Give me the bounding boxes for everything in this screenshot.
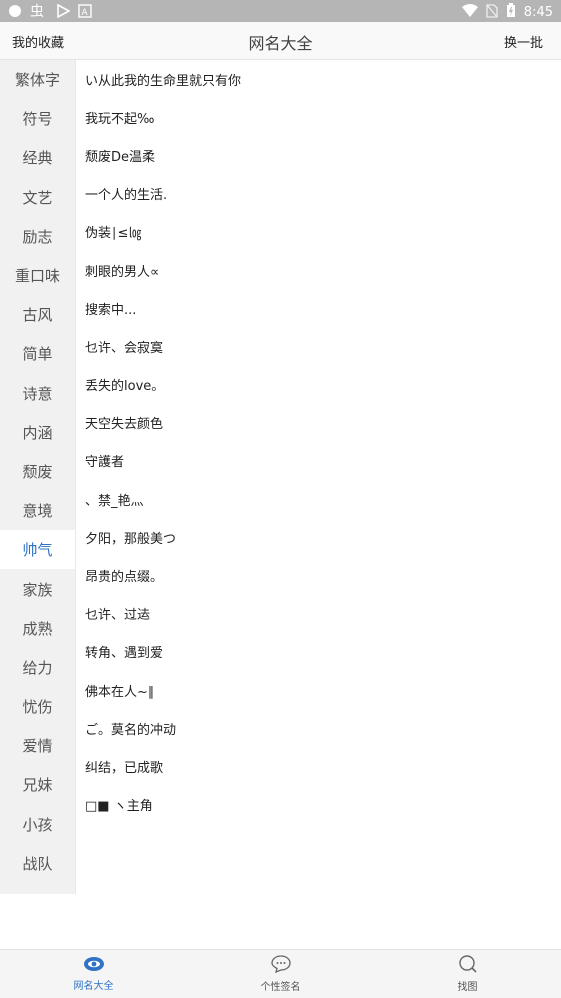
sidebar-category[interactable]: 爱情	[0, 726, 75, 765]
sidebar-category[interactable]: 文艺	[0, 178, 75, 217]
refresh-batch-button[interactable]: 换一批	[504, 32, 543, 51]
name-list-item[interactable]: 、禁_艳灬	[76, 480, 561, 518]
name-list-item[interactable]: 天空失去颜色	[76, 404, 561, 442]
battery-charging-icon	[506, 3, 516, 22]
name-list-item[interactable]: 昂贵的点缀。	[76, 556, 561, 594]
sidebar-category[interactable]: 意境	[0, 491, 75, 530]
sidebar-category[interactable]: 给力	[0, 648, 75, 687]
sidebar-category[interactable]: 繁体字	[0, 60, 75, 99]
name-list-item[interactable]: 佛本在人~∥	[76, 671, 561, 709]
tab-label: 网名大全	[73, 981, 114, 992]
name-list: い从此我的生命里就只有你 我玩不起‰ 颓废De温柔 一个人的生活. 伪装∣≤㏒ 刺眼的男人…	[75, 60, 561, 894]
sidebar-category[interactable]: 符号	[0, 99, 75, 138]
sidebar-category[interactable]: 小孩	[0, 805, 75, 844]
name-list-item[interactable]: □■ ヽ主角	[76, 786, 561, 824]
tab-signature[interactable]: 个性签名	[187, 950, 374, 998]
status-time: 8:45	[523, 5, 553, 20]
sidebar-category[interactable]: 家族	[0, 569, 75, 608]
svg-text:A: A	[82, 8, 89, 18]
sidebar-category[interactable]: 简单	[0, 334, 75, 373]
name-list-item[interactable]: 丢失的love。	[76, 366, 561, 404]
name-list-item[interactable]: 乜许、会寂寞	[76, 327, 561, 365]
tab-label: 找图	[457, 982, 478, 993]
sidebar-category[interactable]: 古风	[0, 295, 75, 334]
page-title: 网名大全	[248, 34, 313, 53]
name-list-item[interactable]: 转角、遇到爱	[76, 633, 561, 671]
sidebar-category[interactable]: 经典	[0, 138, 75, 177]
name-list-item[interactable]: 我玩不起‰	[76, 98, 561, 136]
tab-label: 个性签名	[260, 982, 301, 993]
category-sidebar: 繁体字 符号 经典 文艺 励志 重口味 古风 简单 诗意 内涵 颓废 意境 帅气 家族 成熟 给力 忧伤 爱情 兄妹…	[0, 60, 75, 894]
eye-icon	[83, 956, 105, 977]
no-sim-icon	[486, 3, 498, 22]
sidebar-category[interactable]: 励志	[0, 217, 75, 256]
name-list-item[interactable]: 搜索中...	[76, 289, 561, 327]
sidebar-category[interactable]: 成熟	[0, 609, 75, 648]
search-icon	[458, 955, 478, 978]
tab-names[interactable]: 网名大全	[0, 950, 187, 998]
circle-icon	[8, 4, 22, 22]
sidebar-category[interactable]: 兄妹	[0, 765, 75, 804]
name-list-item[interactable]: 夕阳，那般美つ	[76, 518, 561, 556]
name-list-item[interactable]: い从此我的生命里就只有你	[76, 60, 561, 98]
top-bar: 我的收藏 网名大全 换一批	[0, 22, 561, 60]
svg-text:虫: 虫	[30, 4, 44, 19]
wifi-icon	[461, 3, 478, 22]
sidebar-category[interactable]: 忧伤	[0, 687, 75, 726]
name-list-item[interactable]: 颓废De温柔	[76, 136, 561, 174]
bug-icon: 虫	[30, 3, 48, 23]
chat-bubble-icon	[270, 955, 291, 978]
name-list-item[interactable]: 纠结，已成歌	[76, 747, 561, 785]
name-list-item[interactable]: ご。莫名的冲动	[76, 709, 561, 747]
name-list-item[interactable]: 守護者	[76, 442, 561, 480]
name-list-item[interactable]: 一个人的生活.	[76, 175, 561, 213]
a-icon: A	[78, 4, 92, 22]
sidebar-category[interactable]: 诗意	[0, 374, 75, 413]
play-store-icon	[56, 3, 71, 22]
name-list-item[interactable]: 伪装∣≤㏒	[76, 213, 561, 251]
sidebar-category[interactable]: 内涵	[0, 413, 75, 452]
sidebar-category[interactable]: 颓废	[0, 452, 75, 491]
sidebar-category[interactable]: 帅气	[0, 530, 75, 570]
sidebar-category[interactable]: 战队	[0, 844, 75, 883]
sidebar-category[interactable]: 重口味	[0, 256, 75, 295]
bottom-nav: 网名大全 个性签名 找图	[0, 949, 561, 998]
tab-find-image[interactable]: 找图	[374, 950, 561, 998]
status-bar: 虫 A 8:45	[0, 0, 561, 22]
name-list-item[interactable]: 刺眼的男人∝	[76, 251, 561, 289]
name-list-item[interactable]: 乜许、过迲	[76, 595, 561, 633]
